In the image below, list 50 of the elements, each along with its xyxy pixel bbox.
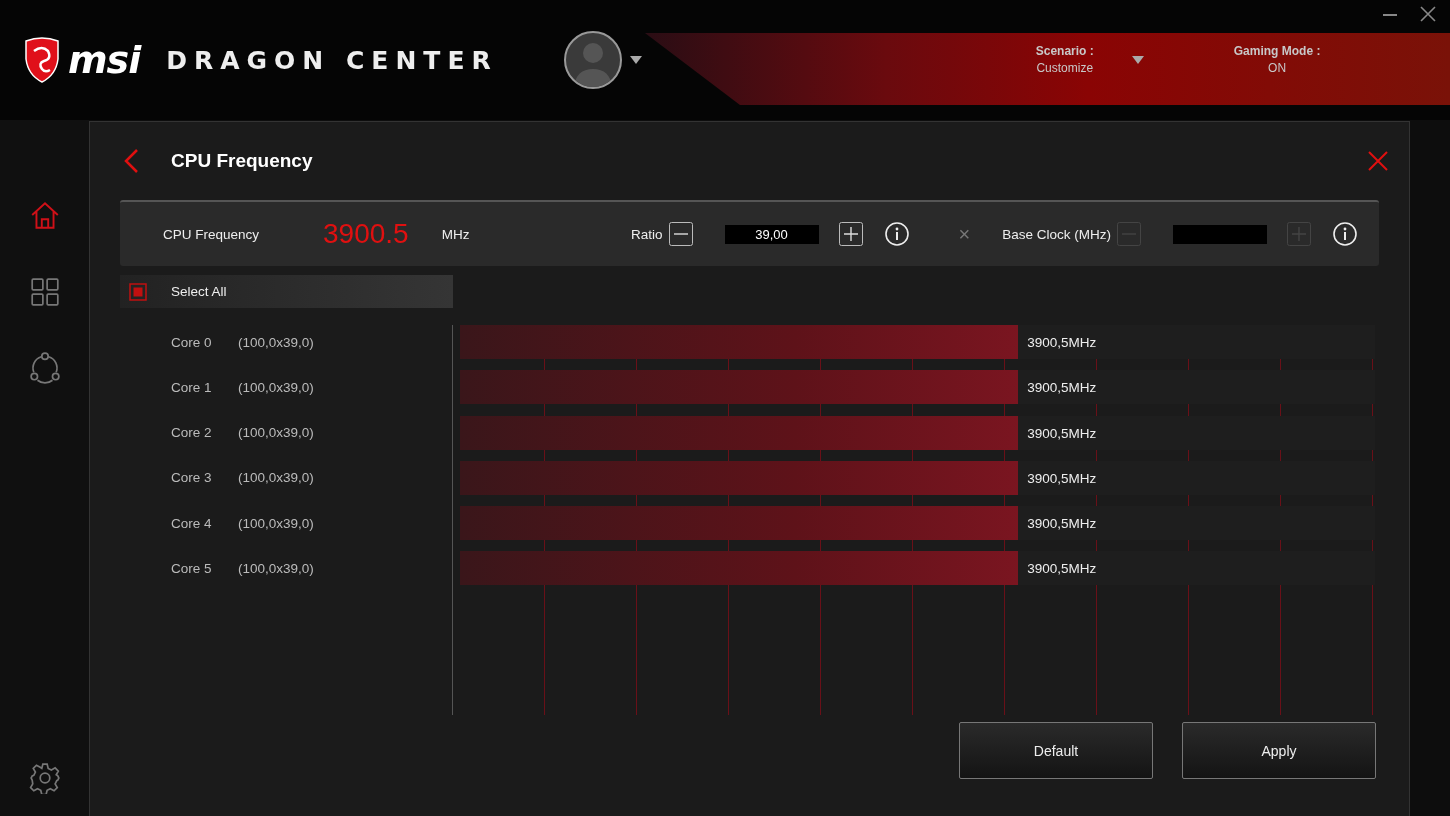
core-name: Core 3 — [171, 470, 213, 486]
frequency-reading: 3900,5MHz — [1027, 561, 1097, 577]
select-all-row[interactable]: Select All — [120, 275, 453, 308]
gaming-mode-label: Gaming Mode : — [1233, 43, 1321, 60]
brand-logo-text: msi — [68, 38, 141, 82]
plus-button[interactable] — [838, 222, 863, 246]
info-icon[interactable] — [1333, 222, 1357, 246]
core-multiplier: (100,0x39,0) — [238, 515, 315, 531]
frequency-reading: 3900,5MHz — [1027, 516, 1097, 532]
core-name: Core 5 — [171, 561, 213, 576]
ratio-input-field[interactable]: 39,00 — [724, 224, 819, 244]
caret-icon[interactable] — [1131, 56, 1144, 64]
frequency-value: 3900.5 — [323, 218, 409, 250]
grid-icon[interactable] — [28, 276, 61, 308]
core-multiplier: (100,0x39,0) — [238, 561, 315, 576]
frequency-reading: 3900,5MHz — [1027, 335, 1097, 350]
caret-icon[interactable] — [629, 56, 642, 64]
core-name: Core 2 — [171, 425, 213, 441]
close-icon[interactable] — [1367, 150, 1389, 172]
unit-label: MHz — [441, 226, 470, 242]
core-name: Core 4 — [171, 515, 213, 531]
action-button[interactable]: Apply — [1182, 722, 1376, 779]
close-icon[interactable] — [1420, 6, 1436, 22]
core-multiplier: (100,0x39,0) — [238, 334, 315, 350]
base-clock-label: Base Clock (MHz) — [1002, 226, 1111, 242]
frequency-reading: 3900,5MHz — [1027, 425, 1097, 441]
core-multiplier: (100,0x39,0) — [238, 470, 315, 486]
scenario-value[interactable]: Customize — [1036, 61, 1094, 75]
panel-title: CPU Frequency — [171, 150, 313, 172]
core-name: Core 1 — [171, 379, 213, 395]
app-title: DRAGON CENTER — [166, 45, 498, 75]
share-icon[interactable] — [28, 352, 61, 384]
cpu-frequency-label: CPU Frequency — [163, 226, 260, 242]
core-multiplier: (100,0x39,0) — [238, 425, 315, 441]
minus-button[interactable] — [668, 222, 693, 246]
gaming-mode-value: ON — [1268, 61, 1287, 75]
core-multiplier: (100,0x39,0) — [238, 379, 315, 395]
scenario-label: Scenario : — [1035, 43, 1094, 60]
ratio-label: Ratio — [631, 226, 663, 242]
checkbox[interactable] — [129, 282, 147, 301]
frequency-reading: 3900,5MHz — [1027, 380, 1097, 396]
multiply-sign: × — [958, 222, 971, 246]
action-button[interactable]: Default — [959, 722, 1153, 779]
dragon-shield-logo-icon — [24, 37, 60, 83]
select-all-label: Select All — [171, 284, 227, 299]
settings-icon[interactable] — [28, 762, 61, 794]
avatar-icon[interactable] — [563, 31, 622, 89]
core-name: Core 0 — [171, 334, 213, 350]
frequency-reading: 3900,5MHz — [1027, 470, 1097, 486]
info-icon[interactable] — [884, 222, 909, 246]
